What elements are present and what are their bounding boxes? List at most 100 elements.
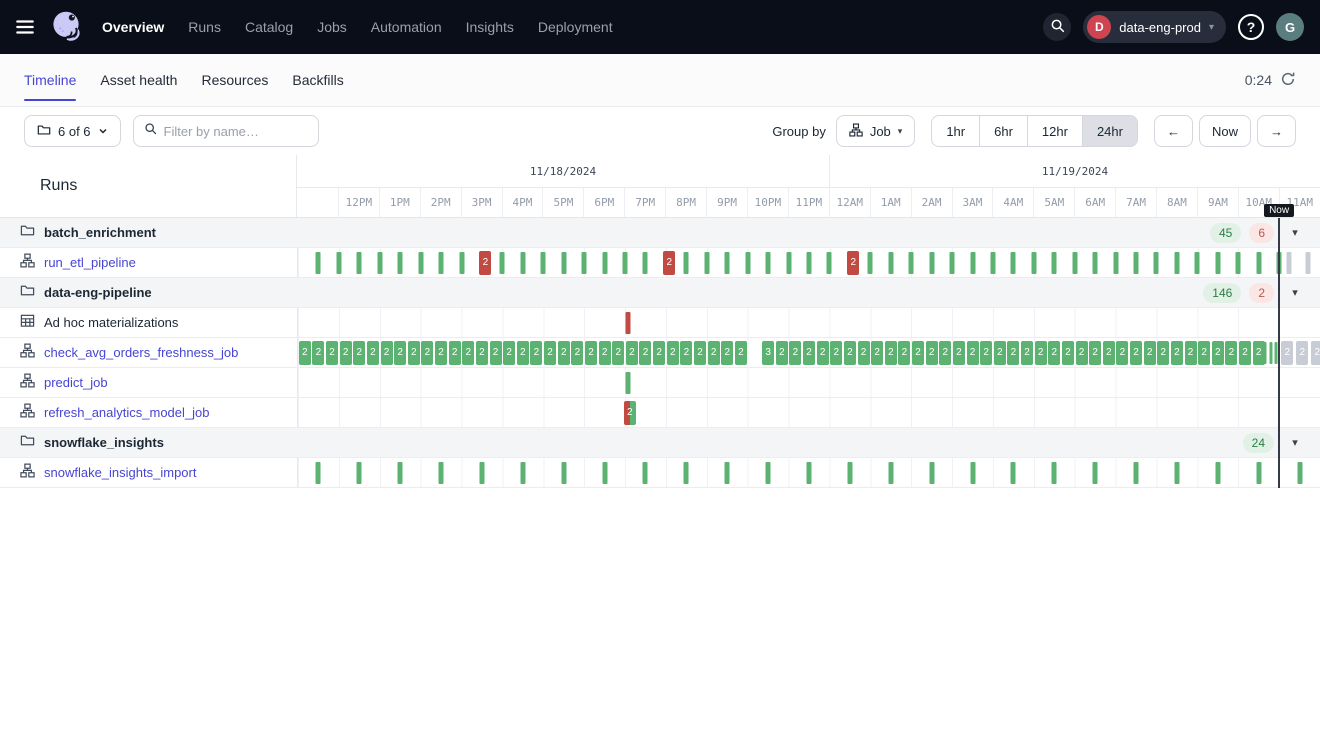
run-bar-success[interactable]: [643, 462, 648, 484]
run-bar-success[interactable]: [1052, 252, 1057, 274]
page-right-button[interactable]: →: [1257, 115, 1296, 147]
range-button-1hr[interactable]: 1hr: [931, 115, 980, 147]
run-bar-success[interactable]: 2: [312, 341, 324, 365]
run-bar-success[interactable]: 2: [326, 341, 338, 365]
run-bar-success[interactable]: [479, 462, 484, 484]
run-bar-success[interactable]: 2: [1076, 341, 1088, 365]
run-bar-success[interactable]: 2: [558, 341, 570, 365]
row-label[interactable]: predict_job: [44, 375, 108, 390]
nav-item-runs[interactable]: Runs: [188, 19, 221, 35]
run-bar-success[interactable]: 2: [353, 341, 365, 365]
run-bar-success[interactable]: [1052, 462, 1057, 484]
run-bar-success[interactable]: 2: [994, 341, 1006, 365]
run-bar-success[interactable]: 2: [626, 341, 638, 365]
tab-backfills[interactable]: Backfills: [292, 54, 343, 106]
run-bar-success[interactable]: [357, 252, 362, 274]
run-bar-success[interactable]: 2: [381, 341, 393, 365]
row-label[interactable]: refresh_analytics_model_job: [44, 405, 209, 420]
run-bar-success[interactable]: [827, 252, 832, 274]
run-bar-success[interactable]: [909, 252, 914, 274]
run-bar-success[interactable]: 2: [367, 341, 379, 365]
run-bar-success[interactable]: [582, 252, 587, 274]
run-bar-success[interactable]: 2: [639, 341, 651, 365]
run-bar-success[interactable]: [541, 252, 546, 274]
expand-caret-icon[interactable]: ▾: [1282, 436, 1308, 449]
run-bar-success[interactable]: 2: [544, 341, 556, 365]
run-bar-success[interactable]: 2: [844, 341, 856, 365]
run-bar-success[interactable]: 2: [435, 341, 447, 365]
run-bar-success[interactable]: [439, 252, 444, 274]
run-bar-success[interactable]: [970, 462, 975, 484]
row-label[interactable]: check_avg_orders_freshness_job: [44, 345, 238, 360]
run-bar-success[interactable]: 2: [789, 341, 801, 365]
deployment-switcher[interactable]: D data-eng-prod ▾: [1083, 11, 1226, 43]
run-bar-success[interactable]: 2: [476, 341, 488, 365]
repo-scope-selector[interactable]: 6 of 6: [24, 115, 121, 147]
run-bar-success[interactable]: [1072, 252, 1077, 274]
run-bar-success[interactable]: 2: [599, 341, 611, 365]
range-button-12hr[interactable]: 12hr: [1027, 115, 1083, 147]
run-bar-success[interactable]: [1031, 252, 1036, 274]
run-bar-success[interactable]: 2: [530, 341, 542, 365]
run-bar-success[interactable]: 2: [803, 341, 815, 365]
run-bar-success[interactable]: 2: [1007, 341, 1019, 365]
run-bar-success[interactable]: [1011, 462, 1016, 484]
run-bar-success[interactable]: [807, 462, 812, 484]
run-bar-success[interactable]: [766, 252, 771, 274]
run-bar-scheduled[interactable]: [1287, 252, 1292, 274]
run-bar-success[interactable]: [561, 462, 566, 484]
run-bar-success[interactable]: 2: [694, 341, 706, 365]
run-bar-failed[interactable]: 2: [847, 251, 859, 275]
run-bar-success[interactable]: 2: [1144, 341, 1156, 365]
run-bar-success[interactable]: 2: [1021, 341, 1033, 365]
nav-item-jobs[interactable]: Jobs: [317, 19, 347, 35]
run-bar-success[interactable]: [439, 462, 444, 484]
run-bar-success[interactable]: [725, 252, 730, 274]
run-bar-success[interactable]: [336, 252, 341, 274]
run-bar-success[interactable]: [626, 372, 631, 394]
run-bar-success[interactable]: 2: [708, 341, 720, 365]
run-bar-success[interactable]: [766, 462, 771, 484]
run-bar-success[interactable]: 3: [762, 341, 774, 365]
run-bar-success[interactable]: [704, 252, 709, 274]
run-bar-failed[interactable]: 2: [479, 251, 491, 275]
run-bar-success[interactable]: 2: [939, 341, 951, 365]
run-bar-success[interactable]: [500, 252, 505, 274]
run-bar-success[interactable]: [602, 252, 607, 274]
run-bar-success[interactable]: 2: [1089, 341, 1101, 365]
run-bar-success[interactable]: 2: [1171, 341, 1183, 365]
run-bar-success[interactable]: 2: [1116, 341, 1128, 365]
run-bar-success[interactable]: [684, 462, 689, 484]
run-bar-success[interactable]: [684, 252, 689, 274]
tab-resources[interactable]: Resources: [201, 54, 268, 106]
row-label[interactable]: run_etl_pipeline: [44, 255, 136, 270]
range-button-24hr[interactable]: 24hr: [1082, 115, 1138, 147]
nav-item-overview[interactable]: Overview: [102, 19, 164, 35]
run-bar-success[interactable]: [316, 252, 321, 274]
run-bar-success[interactable]: [459, 252, 464, 274]
run-bar-mixed[interactable]: 2: [624, 401, 636, 425]
run-bar-success[interactable]: [398, 462, 403, 484]
run-bar-success[interactable]: 2: [980, 341, 992, 365]
run-bar-success[interactable]: [1215, 462, 1220, 484]
row-label[interactable]: snowflake_insights_import: [44, 465, 196, 480]
run-bar-success[interactable]: [868, 252, 873, 274]
run-bar-failed[interactable]: [626, 312, 631, 334]
run-bar-success[interactable]: [561, 252, 566, 274]
group-by-dropdown[interactable]: Job ▾: [836, 115, 916, 147]
help-button[interactable]: ?: [1238, 14, 1264, 40]
nav-item-insights[interactable]: Insights: [466, 19, 514, 35]
run-bar-success[interactable]: [1134, 462, 1139, 484]
run-bar-success[interactable]: 2: [1185, 341, 1197, 365]
run-bar-success[interactable]: [520, 462, 525, 484]
run-bar-success[interactable]: 2: [858, 341, 870, 365]
expand-caret-icon[interactable]: ▾: [1282, 286, 1308, 299]
run-bar-success[interactable]: [357, 462, 362, 484]
run-bar-success[interactable]: 2: [1103, 341, 1115, 365]
run-bar-scheduled[interactable]: [1306, 252, 1311, 274]
run-bar-success[interactable]: [1011, 252, 1016, 274]
run-bar-success[interactable]: 2: [1253, 341, 1265, 365]
run-bar-success[interactable]: 2: [817, 341, 829, 365]
run-bar-success[interactable]: 2: [871, 341, 883, 365]
run-bar-success[interactable]: 2: [653, 341, 665, 365]
